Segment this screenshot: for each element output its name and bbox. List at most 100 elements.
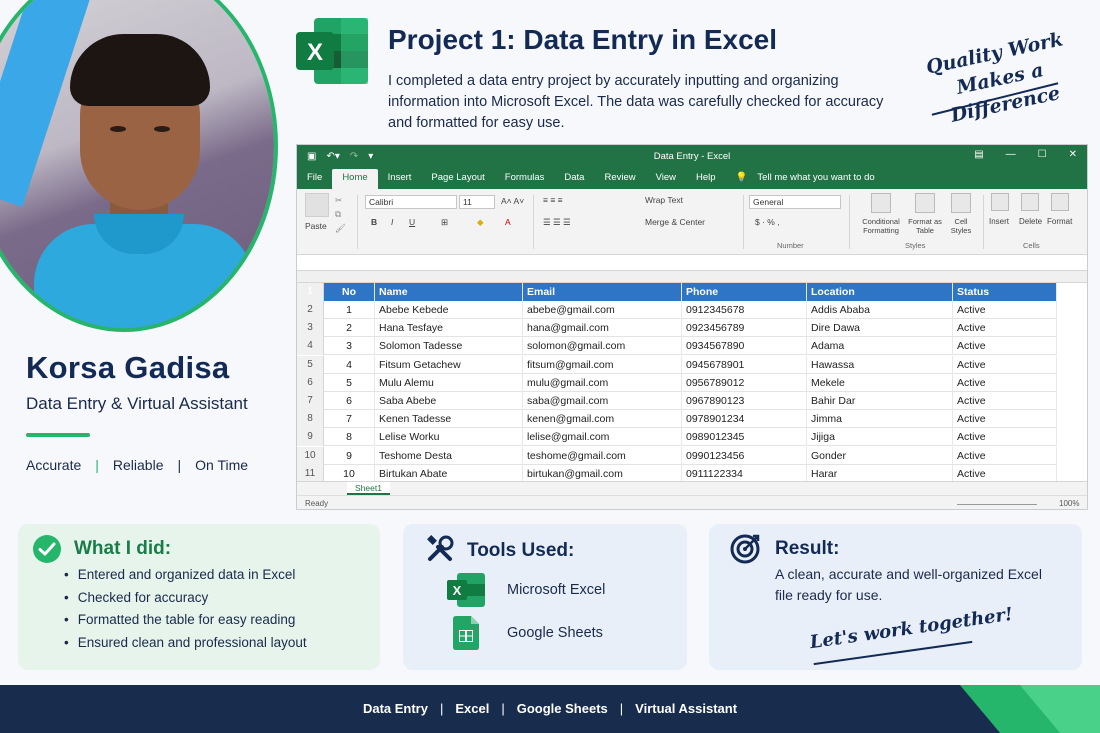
grow-font-icon[interactable]: A˄ A˅ [501, 196, 524, 206]
table-cell[interactable]: Teshome Desta [375, 446, 523, 465]
format-painter-icon[interactable]: 🖌 [335, 223, 346, 234]
formula-bar[interactable] [297, 255, 1087, 271]
table-cell[interactable]: saba@gmail.com [523, 392, 682, 410]
table-cell[interactable]: Adama [807, 337, 953, 356]
table-cell[interactable]: 2 [324, 319, 375, 338]
ribbon-display-icon[interactable]: ▤ [974, 149, 983, 160]
table-cell[interactable]: Active [953, 373, 1057, 392]
table-cell[interactable]: Addis Ababa [807, 301, 953, 319]
table-cell[interactable]: 0989012345 [682, 428, 807, 447]
table-cell[interactable]: Active [953, 301, 1057, 319]
table-cell[interactable]: solomon@gmail.com [523, 337, 682, 356]
table-cell[interactable]: Fitsum Getachew [375, 355, 523, 374]
tab-review[interactable]: Review [594, 169, 645, 189]
insert-cells-button[interactable]: Insert [989, 217, 1009, 226]
table-cell[interactable]: 3 [324, 337, 375, 356]
table-cell[interactable]: 0956789012 [682, 373, 807, 392]
table-cell[interactable]: Active [953, 446, 1057, 465]
number-format-icons[interactable]: $ · % , [755, 217, 780, 227]
table-cell[interactable]: 8 [324, 428, 375, 447]
format-cells-button[interactable]: Format [1047, 217, 1072, 226]
column-header-phone[interactable]: Phone [682, 283, 807, 301]
tab-help[interactable]: Help [686, 169, 726, 189]
table-cell[interactable]: Mulu Alemu [375, 373, 523, 392]
table-cell[interactable]: Dire Dawa [807, 319, 953, 338]
wrap-text-button[interactable]: Wrap Text [645, 195, 683, 205]
table-cell[interactable]: hana@gmail.com [523, 319, 682, 338]
table-cell[interactable]: Active [953, 355, 1057, 374]
table-cell[interactable]: 7 [324, 410, 375, 429]
conditional-formatting-icon[interactable] [871, 193, 891, 213]
format-as-table-icon[interactable] [915, 193, 935, 213]
tab-data[interactable]: Data [554, 169, 594, 189]
fill-color-icon[interactable]: ◆ [477, 217, 484, 228]
tab-file[interactable]: File [297, 169, 332, 189]
tab-view[interactable]: View [646, 169, 686, 189]
table-cell[interactable]: Jijiga [807, 428, 953, 447]
table-cell[interactable]: Saba Abebe [375, 392, 523, 410]
table-cell[interactable]: Abebe Kebede [375, 301, 523, 319]
insert-cells-icon[interactable] [991, 193, 1009, 211]
table-cell[interactable]: 0912345678 [682, 301, 807, 319]
table-cell[interactable]: 6 [324, 392, 375, 410]
format-cells-icon[interactable] [1051, 193, 1069, 211]
table-cell[interactable]: fitsum@gmail.com [523, 355, 682, 374]
table-cell[interactable]: mulu@gmail.com [523, 373, 682, 392]
delete-cells-icon[interactable] [1021, 193, 1039, 211]
table-cell[interactable]: 0990123456 [682, 446, 807, 465]
tab-page-layout[interactable]: Page Layout [421, 169, 494, 189]
font-size-select[interactable]: 11 [459, 195, 495, 209]
table-cell[interactable]: 0923456789 [682, 319, 807, 338]
table-cell[interactable]: Mekele [807, 373, 953, 392]
table-cell[interactable]: 9 [324, 446, 375, 465]
borders-icon[interactable]: ⊞ [441, 217, 448, 228]
align-left-icon[interactable]: ☰ ☰ ☰ [543, 217, 571, 228]
table-cell[interactable]: Lelise Worku [375, 428, 523, 447]
cell-styles-button[interactable]: Cell Styles [945, 217, 977, 235]
bold-button[interactable]: B [371, 217, 377, 227]
table-cell[interactable]: Hana Tesfaye [375, 319, 523, 338]
minimize-icon[interactable]: — [1006, 149, 1016, 160]
table-cell[interactable]: Bahir Dar [807, 392, 953, 410]
table-cell[interactable]: Kenen Tadesse [375, 410, 523, 429]
table-cell[interactable]: 1 [324, 301, 375, 319]
font-name-select[interactable]: Calibri [365, 195, 457, 209]
table-cell[interactable]: teshome@gmail.com [523, 446, 682, 465]
table-cell[interactable]: Active [953, 337, 1057, 356]
maximize-icon[interactable]: ☐ [1038, 149, 1047, 160]
close-icon[interactable]: ✕ [1069, 149, 1077, 160]
number-format-select[interactable]: General [749, 195, 841, 209]
table-cell[interactable]: Active [953, 319, 1057, 338]
font-color-icon[interactable]: A [505, 217, 511, 227]
tell-me-search[interactable]: Tell me what you want to do [757, 169, 884, 189]
format-as-table-button[interactable]: Format as Table [903, 217, 947, 235]
table-cell[interactable]: Gonder [807, 446, 953, 465]
column-header-email[interactable]: Email [523, 283, 682, 301]
delete-cells-button[interactable]: Delete [1019, 217, 1042, 226]
table-cell[interactable]: Jimma [807, 410, 953, 429]
table-cell[interactable]: kenen@gmail.com [523, 410, 682, 429]
conditional-formatting-button[interactable]: Conditional Formatting [857, 217, 905, 235]
italic-button[interactable]: I [391, 217, 393, 227]
table-cell[interactable]: lelise@gmail.com [523, 428, 682, 447]
table-cell[interactable]: Active [953, 392, 1057, 410]
merge-center-button[interactable]: Merge & Center [645, 217, 705, 227]
align-top-icon[interactable]: ≡ ≡ ≡ [543, 195, 563, 205]
tab-home[interactable]: Home [332, 169, 378, 189]
sheet-tab-sheet1[interactable]: Sheet1 [347, 482, 390, 495]
table-cell[interactable]: 0945678901 [682, 355, 807, 374]
table-cell[interactable]: abebe@gmail.com [523, 301, 682, 319]
table-cell[interactable]: Active [953, 428, 1057, 447]
table-cell[interactable]: 0934567890 [682, 337, 807, 356]
table-cell[interactable]: 0967890123 [682, 392, 807, 410]
tab-formulas[interactable]: Formulas [495, 169, 555, 189]
table-cell[interactable]: 5 [324, 373, 375, 392]
column-header-status[interactable]: Status [953, 283, 1057, 301]
zoom-level[interactable]: 100% [1059, 499, 1079, 508]
table-cell[interactable]: Solomon Tadesse [375, 337, 523, 356]
tab-insert[interactable]: Insert [378, 169, 422, 189]
paste-icon[interactable] [305, 193, 329, 217]
cell-styles-icon[interactable] [951, 193, 971, 213]
copy-icon[interactable]: ⧉ [335, 209, 341, 220]
column-header-name[interactable]: Name [375, 283, 523, 301]
